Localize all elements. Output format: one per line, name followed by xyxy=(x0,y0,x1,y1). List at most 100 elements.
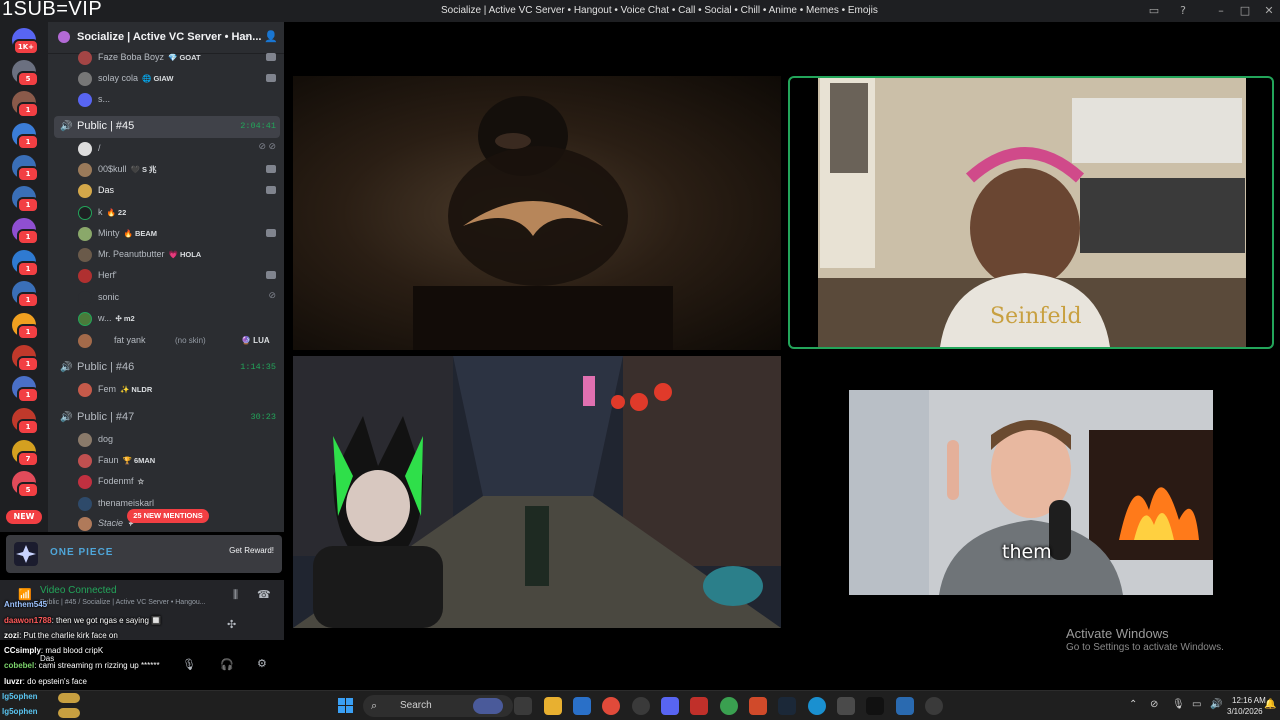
new-mentions-pill[interactable]: 25 NEW MENTIONS xyxy=(127,509,209,523)
chevron-up-icon[interactable]: ⌃ xyxy=(1129,699,1137,710)
noise-suppression-icon[interactable]: ⫼ xyxy=(233,588,238,602)
server-icon[interactable]: 7 xyxy=(12,440,39,467)
server-icon[interactable]: 1 xyxy=(12,155,39,182)
voice-channel-public-45[interactable]: 🔊 Public | #45 2:04:41 xyxy=(54,116,280,138)
voice-status[interactable]: Video Connected xyxy=(40,585,117,596)
voice-user-row[interactable]: k 🔥 22 xyxy=(48,203,284,223)
add-member-icon[interactable]: 👤 xyxy=(264,30,278,43)
voice-user-row[interactable]: Fem ✨ NLDR xyxy=(48,380,284,400)
voice-user-row[interactable]: Faun 🏆 6MAN xyxy=(48,451,284,471)
discord-icon[interactable] xyxy=(661,697,679,715)
user-name: Stacie xyxy=(98,518,124,528)
help-icon[interactable]: ? xyxy=(1176,4,1190,18)
user-name: fat yank xyxy=(114,335,146,345)
task-view-icon[interactable] xyxy=(514,697,532,715)
start-button[interactable] xyxy=(338,698,353,713)
taskbar-search[interactable]: ⌕ Search xyxy=(363,695,513,717)
notification-icon[interactable]: 🔔 xyxy=(1264,699,1276,710)
window-title: Socialize | Active VC Server • Hangout •… xyxy=(441,5,878,16)
voice-user-row[interactable]: Das xyxy=(48,181,284,201)
app-icon[interactable] xyxy=(749,697,767,715)
voice-user-row[interactable]: w... ✣ m2 xyxy=(48,309,284,329)
file-explorer-icon[interactable] xyxy=(544,697,562,715)
get-reward-button[interactable]: Get Reward! xyxy=(229,546,274,555)
server-icon[interactable]: 1 xyxy=(12,376,39,403)
microphone-icon[interactable]: 🎙 xyxy=(1172,699,1185,710)
video-tile-speaking[interactable]: Seinfeld xyxy=(788,76,1274,349)
network-off-icon[interactable]: ⊘ xyxy=(1150,699,1158,710)
voice-channel-public-47[interactable]: 🔊 Public | #47 30:23 xyxy=(54,407,280,429)
steam-icon[interactable] xyxy=(778,697,796,715)
video-tile[interactable] xyxy=(293,76,781,350)
avatar xyxy=(78,93,92,107)
clock-date[interactable]: 3/10/2026 xyxy=(1227,707,1263,716)
avatar xyxy=(78,72,92,86)
server-icon[interactable]: 1 xyxy=(12,123,39,150)
video-tile[interactable] xyxy=(849,390,1213,595)
search-label: Search xyxy=(400,700,432,711)
channel-timer: 1:14:35 xyxy=(240,362,276,372)
app-icon[interactable] xyxy=(896,697,914,715)
server-icon[interactable]: 1 xyxy=(12,345,39,372)
channel-name: Public | #47 xyxy=(77,411,135,423)
voice-channel-public-46[interactable]: 🔊 Public | #46 1:14:35 xyxy=(54,357,280,379)
headphones-icon[interactable]: 🎧 xyxy=(220,658,234,671)
search-icon: ⌕ xyxy=(371,699,378,712)
settings-gear-icon[interactable]: ⚙ xyxy=(257,657,267,670)
voice-user-row[interactable]: Minty 🔥 BEAM xyxy=(48,224,284,244)
maximize-icon[interactable]: □ xyxy=(1238,4,1252,18)
voice-user-row[interactable]: / ⊘ ⊘ xyxy=(48,139,284,159)
voice-user-row[interactable]: 00$kull 🖤 S 兆 xyxy=(48,160,284,180)
user-name: solay cola xyxy=(98,73,139,83)
chevron-down-icon[interactable]: ⌄ xyxy=(243,30,251,41)
edge-icon[interactable] xyxy=(808,697,826,715)
app-icon[interactable] xyxy=(837,697,855,715)
video-tile[interactable] xyxy=(293,356,781,628)
voice-user-row[interactable]: dog xyxy=(48,430,284,450)
voice-user-row[interactable]: Mr. Peanutbutter 💗 HOLA xyxy=(48,245,284,265)
server-icon[interactable]: 1 xyxy=(12,91,39,118)
minimize-icon[interactable]: – xyxy=(1214,4,1228,18)
monitor-icon[interactable]: ▭ xyxy=(1192,699,1201,710)
inbox-icon[interactable]: ▭ xyxy=(1147,4,1161,18)
server-icon[interactable]: 1 xyxy=(12,408,39,435)
voice-user-row[interactable]: Faze Boba Boyz 💎 GOAT xyxy=(48,48,284,68)
clock-time[interactable]: 12:16 AM xyxy=(1232,696,1266,705)
user-name: sonic xyxy=(98,292,120,302)
activities-icon[interactable]: ✣ xyxy=(227,618,236,631)
avatar xyxy=(78,475,92,489)
terminal-icon[interactable] xyxy=(866,697,884,715)
server-icon[interactable]: 1 xyxy=(12,250,39,277)
voice-channel-path[interactable]: Public | #45 / Socialize | Active VC Ser… xyxy=(40,599,206,606)
browser-icon[interactable] xyxy=(720,697,738,715)
volume-icon[interactable]: 🔊 xyxy=(1210,699,1222,710)
close-icon[interactable]: ✕ xyxy=(1262,4,1276,18)
server-icon[interactable]: 1 xyxy=(12,313,39,340)
chrome-icon[interactable] xyxy=(602,697,620,715)
voice-user-row[interactable]: sonic ⊘ xyxy=(48,288,284,308)
voice-user-row[interactable]: Herf' xyxy=(48,266,284,286)
voice-user-row[interactable]: Fodenmf ☆ xyxy=(48,472,284,492)
server-icon[interactable]: 5 xyxy=(12,471,39,498)
avatar xyxy=(78,184,92,198)
obs-icon[interactable] xyxy=(632,697,650,715)
home-icon[interactable]: 1K+ xyxy=(12,28,39,55)
disconnect-icon[interactable]: ☎ xyxy=(257,588,271,601)
voice-user-row[interactable]: s... xyxy=(48,90,284,110)
voice-user-row[interactable]: solay cola 🌐 GIAW xyxy=(48,69,284,89)
user-name: Das xyxy=(98,185,115,195)
server-icon[interactable]: 1 xyxy=(12,186,39,213)
server-icon[interactable]: 1 xyxy=(12,281,39,308)
voice-user-row[interactable]: fat yank (no skin) 🔮 LUA xyxy=(48,331,284,351)
current-user-name[interactable]: Das xyxy=(40,654,54,663)
server-icon[interactable]: 5 xyxy=(12,60,39,87)
microphone-icon[interactable]: 🎙 xyxy=(182,658,196,671)
new-unreads-pill[interactable]: NEW xyxy=(6,510,42,524)
activate-windows-subtitle[interactable]: Go to Settings to activate Windows. xyxy=(1066,642,1224,653)
app-icon[interactable] xyxy=(925,697,943,715)
speaker-icon: 🔊 xyxy=(60,412,73,423)
store-icon[interactable] xyxy=(573,697,591,715)
chat-user-tag: lg5ophen xyxy=(2,707,38,716)
server-icon[interactable]: 1 xyxy=(12,218,39,245)
app-icon[interactable] xyxy=(690,697,708,715)
